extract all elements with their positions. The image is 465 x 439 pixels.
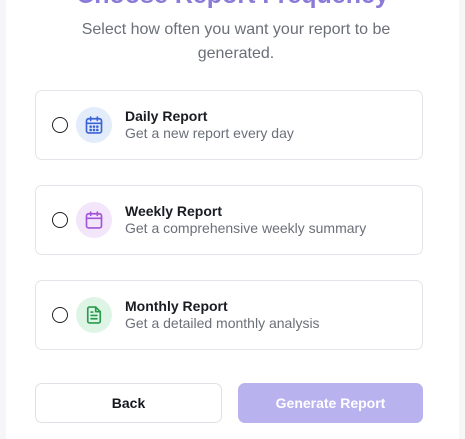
monthly-radio[interactable] [52, 307, 68, 323]
monthly-icon-badge [76, 297, 112, 333]
calendar-icon [85, 211, 103, 229]
option-weekly-report[interactable]: Weekly Report Get a comprehensive weekly… [35, 185, 423, 255]
daily-icon-badge [76, 107, 112, 143]
daily-radio[interactable] [52, 117, 68, 133]
page-subtitle: Select how often you want your report to… [81, 21, 391, 62]
monthly-title: Monthly Report [125, 298, 228, 314]
weekly-description: Get a comprehensive weekly summary [125, 220, 367, 236]
weekly-title: Weekly Report [125, 203, 222, 219]
report-frequency-card: Choose Report Frequency Select how often… [6, 0, 459, 439]
weekly-icon-badge [76, 202, 112, 238]
daily-description: Get a new report every day [125, 125, 294, 141]
back-button[interactable]: Back [35, 383, 222, 423]
daily-title: Daily Report [125, 108, 208, 124]
generate-report-button[interactable]: Generate Report [238, 383, 423, 423]
option-daily-report[interactable]: Daily Report Get a new report every day [35, 90, 423, 160]
document-icon [86, 306, 102, 324]
weekly-radio[interactable] [52, 212, 68, 228]
option-monthly-report[interactable]: Monthly Report Get a detailed monthly an… [35, 280, 423, 350]
monthly-description: Get a detailed monthly analysis [125, 315, 320, 331]
calendar-icon [85, 116, 103, 134]
page-title: Choose Report Frequency [6, 0, 459, 10]
